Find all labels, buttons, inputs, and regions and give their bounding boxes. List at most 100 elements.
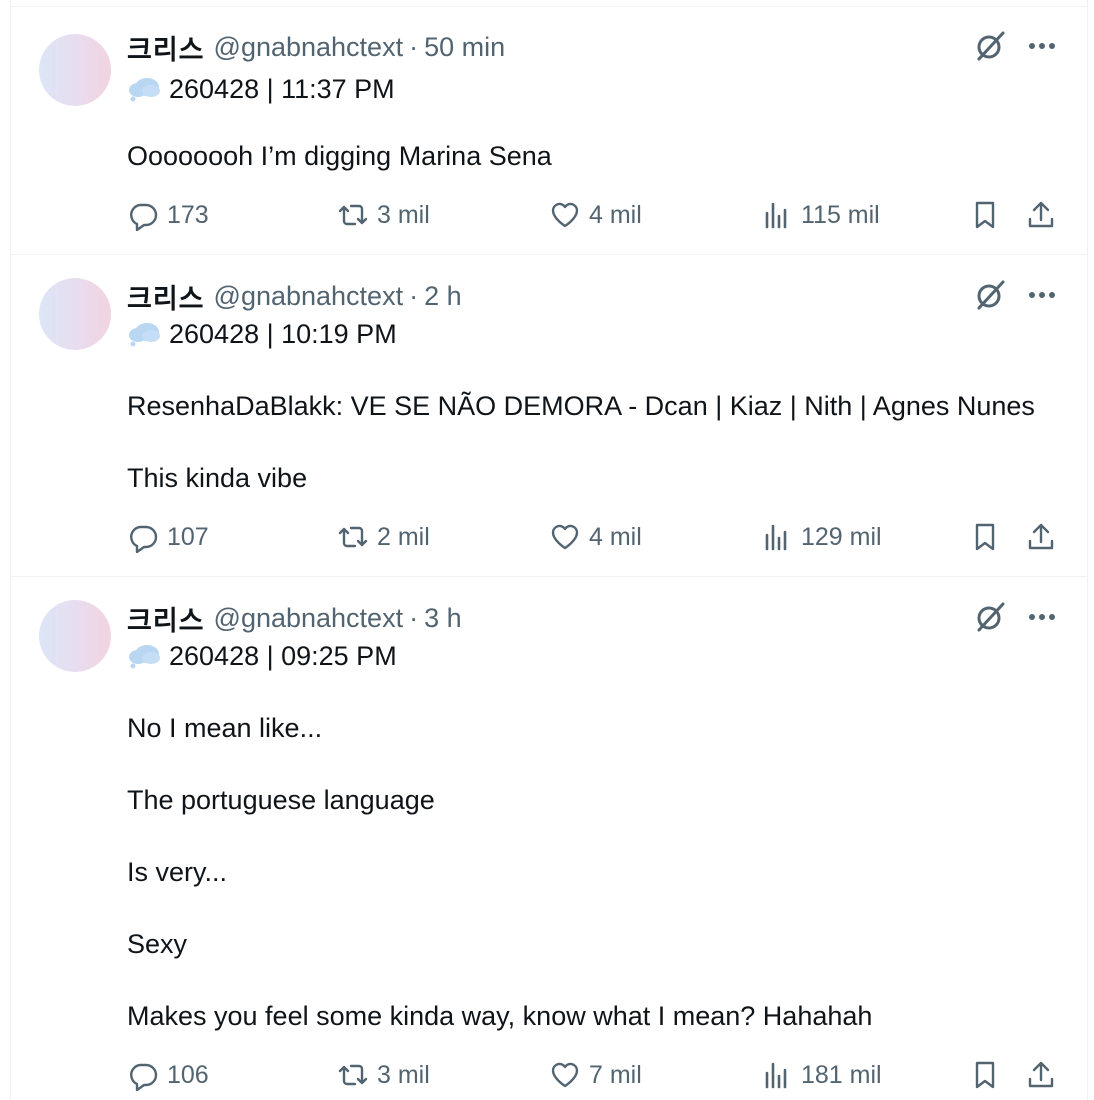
like-button[interactable]: 7 mil: [549, 1057, 642, 1093]
bookmark-button[interactable]: [969, 1057, 1001, 1093]
repost-icon: [338, 526, 368, 548]
reply-button[interactable]: 173: [127, 197, 209, 233]
post-top-actions: [973, 278, 1057, 312]
post-text-line: ResenhaDaBlakk: VE SE NÃO DEMORA - Dcan …: [127, 391, 1035, 421]
reply-button[interactable]: 106: [127, 1057, 209, 1093]
views-count: 181 mil: [801, 1060, 882, 1089]
more-options-icon[interactable]: [1027, 31, 1057, 61]
more-options-icon[interactable]: [1027, 602, 1057, 632]
display-name[interactable]: 크리스: [127, 28, 205, 67]
bookmark-icon: [975, 523, 995, 551]
display-name[interactable]: 크리스: [127, 277, 205, 316]
grok-icon[interactable]: [973, 600, 1007, 634]
bookmark-icon: [975, 1061, 995, 1089]
post-text-line: Oooooooh I’m digging Marina Sena: [127, 141, 552, 171]
post-subline: 260428 | 10:19 PM: [127, 316, 397, 352]
post-timestamp[interactable]: 50 min: [424, 32, 505, 63]
post-text-line: Is very...: [127, 857, 228, 887]
repost-count: 2 mil: [377, 522, 430, 551]
repost-icon: [338, 1064, 368, 1086]
views-count: 115 mil: [801, 200, 880, 229]
repost-count: 3 mil: [377, 200, 430, 229]
post-subline: 260428 | 11:37 PM: [127, 71, 395, 107]
post-text-line: This kinda vibe: [127, 463, 308, 493]
avatar[interactable]: [39, 34, 111, 106]
post-text: ResenhaDaBlakk: VE SE NÃO DEMORA - Dcan …: [127, 388, 1035, 496]
share-icon: [1028, 523, 1054, 550]
reply-count: 106: [167, 1060, 209, 1089]
views-icon: [765, 1062, 787, 1089]
heart-icon: [551, 1062, 579, 1088]
user-handle[interactable]: @gnabnahctext: [214, 281, 404, 312]
views-button[interactable]: 115 mil: [761, 197, 880, 233]
views-button[interactable]: 181 mil: [761, 1057, 882, 1093]
user-handle[interactable]: @gnabnahctext: [214, 603, 404, 634]
post-text-line: No I mean like...: [127, 713, 323, 743]
post-text: Oooooooh I’m digging Marina Sena: [127, 138, 552, 174]
reply-icon: [130, 1063, 158, 1091]
avatar[interactable]: [39, 600, 111, 672]
views-button[interactable]: 129 mil: [761, 519, 882, 555]
post-actions: 107 2 mil 4 mil 129 mil: [127, 519, 1057, 555]
reply-icon: [130, 525, 158, 553]
post[interactable]: 크리스 @gnabnahctext · 50 min 260428 | 11:3…: [11, 7, 1087, 255]
post-top-actions: [973, 29, 1057, 63]
like-count: 4 mil: [589, 522, 642, 551]
post[interactable]: 크리스 @gnabnahctext · 3 h 260428 | 09:25 P…: [11, 579, 1087, 1100]
separator-dot: ·: [409, 280, 419, 311]
share-button[interactable]: [1025, 519, 1057, 555]
reply-count: 173: [167, 200, 209, 229]
views-icon: [765, 202, 787, 229]
more-options-icon[interactable]: [1027, 280, 1057, 310]
grok-icon[interactable]: [973, 29, 1007, 63]
reply-icon: [130, 203, 158, 231]
post-header: 크리스 @gnabnahctext · 2 h: [127, 278, 462, 314]
post-text: No I mean like... The portuguese languag…: [127, 710, 872, 1034]
separator-dot: ·: [409, 602, 419, 633]
post-subline-text: 260428 | 09:25 PM: [169, 640, 397, 671]
reply-count: 107: [167, 522, 209, 551]
heart-icon: [551, 524, 579, 550]
avatar[interactable]: [39, 278, 111, 350]
post-header: 크리스 @gnabnahctext · 3 h: [127, 600, 462, 636]
post-top-actions: [973, 600, 1057, 634]
post-timestamp[interactable]: 3 h: [424, 603, 462, 634]
like-count: 7 mil: [589, 1060, 642, 1089]
repost-icon: [338, 204, 368, 226]
bookmark-button[interactable]: [969, 197, 1001, 233]
post-text-line: Makes you feel some kinda way, know what…: [127, 1001, 873, 1031]
separator-dot: ·: [409, 31, 419, 62]
user-handle[interactable]: @gnabnahctext: [214, 32, 404, 63]
share-button[interactable]: [1025, 1057, 1057, 1093]
repost-button[interactable]: 3 mil: [337, 1057, 430, 1093]
repost-button[interactable]: 3 mil: [337, 197, 430, 233]
post-header: 크리스 @gnabnahctext · 50 min: [127, 29, 505, 65]
grok-icon[interactable]: [973, 278, 1007, 312]
share-icon: [1028, 201, 1054, 228]
bookmark-icon: [975, 201, 995, 229]
heart-icon: [551, 202, 579, 228]
cloud-icon: [129, 645, 160, 669]
repost-count: 3 mil: [377, 1060, 430, 1089]
post-text-line: Sexy: [127, 929, 188, 959]
cloud-icon: [129, 78, 160, 102]
share-icon: [1028, 1061, 1054, 1088]
display-name[interactable]: 크리스: [127, 599, 205, 638]
post-subline-text: 260428 | 10:19 PM: [169, 318, 397, 349]
post-text-line: The portuguese language: [127, 785, 435, 815]
repost-button[interactable]: 2 mil: [337, 519, 430, 555]
reply-button[interactable]: 107: [127, 519, 209, 555]
like-count: 4 mil: [589, 200, 642, 229]
post-subline-text: 260428 | 11:37 PM: [169, 73, 395, 104]
views-count: 129 mil: [801, 522, 882, 551]
like-button[interactable]: 4 mil: [549, 197, 642, 233]
post-actions: 173 3 mil 4 mil 115 mil: [127, 197, 1057, 233]
like-button[interactable]: 4 mil: [549, 519, 642, 555]
share-button[interactable]: [1025, 197, 1057, 233]
post-timestamp[interactable]: 2 h: [424, 281, 462, 312]
timeline: 크리스 @gnabnahctext · 50 min 260428 | 11:3…: [10, 0, 1088, 1100]
post-subline: 260428 | 09:25 PM: [127, 638, 397, 674]
post-actions: 106 3 mil 7 mil 181 mil: [127, 1057, 1057, 1093]
post[interactable]: 크리스 @gnabnahctext · 2 h 260428 | 10:19 P…: [11, 257, 1087, 577]
bookmark-button[interactable]: [969, 519, 1001, 555]
